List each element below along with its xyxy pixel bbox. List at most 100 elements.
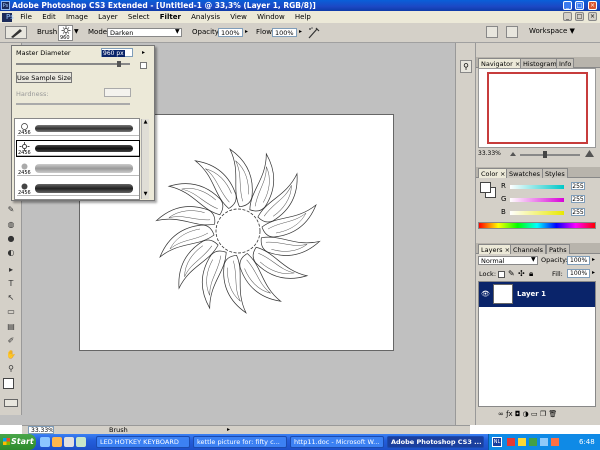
menu-window[interactable]: Window <box>253 11 289 23</box>
lock-pixels-icon[interactable]: ✎ <box>508 269 515 278</box>
layer-mask-icon[interactable]: ◘ <box>515 410 523 418</box>
layer-name[interactable]: Layer 1 <box>517 290 546 298</box>
navigator-view-box[interactable] <box>487 72 588 144</box>
dodge-tool-icon[interactable]: ◐ <box>4 248 18 258</box>
tab-histogram[interactable]: Histogram <box>520 58 560 68</box>
color-foreground-swatch[interactable] <box>480 182 491 193</box>
doc-minimize-button[interactable]: _ <box>563 12 572 21</box>
airbrush-icon[interactable] <box>307 26 321 39</box>
direct-selection-tool-icon[interactable]: ↖ <box>4 293 18 303</box>
master-diameter-slider-thumb[interactable] <box>116 61 121 67</box>
taskbar-item-photoshop[interactable]: Adobe Photoshop CS3 ... <box>387 436 484 448</box>
workspace-button[interactable]: Workspace ▼ <box>529 27 575 36</box>
tab-info[interactable]: Info <box>556 58 575 68</box>
taskbar-item-word[interactable]: http11.doc - Microsoft W... <box>290 436 384 448</box>
doc-restore-button[interactable]: □ <box>575 12 584 21</box>
zoom-in-icon[interactable] <box>584 149 595 158</box>
tray-app-icon[interactable] <box>551 438 559 446</box>
tab-layers[interactable]: Layers × <box>478 244 514 254</box>
layer-row[interactable]: 👁︎ Layer 1 <box>479 282 595 307</box>
menu-select[interactable]: Select <box>124 11 154 23</box>
chevron-right-icon[interactable]: ▸ <box>299 28 302 35</box>
notes-tool-icon[interactable]: ▤ <box>4 322 18 332</box>
brush-list-item[interactable]: 2456 <box>17 161 139 176</box>
menu-analysis[interactable]: Analysis <box>187 11 224 23</box>
navigator-preview[interactable] <box>478 68 596 148</box>
shape-tool-icon[interactable]: ▭ <box>4 307 18 317</box>
minimize-button[interactable]: _ <box>563 1 572 10</box>
brush-list-item[interactable]: 2456 <box>17 121 139 136</box>
tray-update-icon[interactable] <box>529 438 537 446</box>
quick-launch-app-icon[interactable] <box>76 437 86 447</box>
opacity-field[interactable]: 100% <box>218 28 243 37</box>
quick-launch-media-icon[interactable] <box>52 437 62 447</box>
trash-icon[interactable]: 🗑︎ <box>548 410 557 418</box>
path-selection-tool-icon[interactable]: ▸ <box>4 265 18 275</box>
layer-opacity-field[interactable]: 100% <box>567 256 590 265</box>
tray-security-icon[interactable] <box>507 438 515 446</box>
document-icon[interactable]: Ps <box>2 12 14 22</box>
palette-well-icon[interactable] <box>486 26 498 38</box>
zoom-tool-icon[interactable]: ⚲ <box>4 364 18 374</box>
chevron-down-icon[interactable]: ▼ <box>142 191 149 198</box>
navigator-zoom-thumb[interactable] <box>543 151 547 158</box>
adjustment-layer-icon[interactable]: ◑ <box>523 410 531 418</box>
menu-filter[interactable]: Filter <box>156 11 185 23</box>
paint-bucket-tool-icon[interactable]: ◍ <box>4 220 18 230</box>
fill-field[interactable]: 100% <box>567 269 590 278</box>
clock[interactable]: 6:48 <box>579 434 595 450</box>
tool-presets-icon[interactable]: ⚲ <box>460 60 472 73</box>
blur-tool-icon[interactable]: ● <box>4 234 18 244</box>
mode-select[interactable]: Darken <box>107 28 182 37</box>
start-button[interactable]: Start <box>0 434 36 450</box>
tool-preset-picker[interactable] <box>5 26 27 39</box>
lock-position-icon[interactable]: ✣ <box>518 269 525 278</box>
chevron-right-icon[interactable]: ▸ <box>592 256 595 263</box>
foreground-color-swatch[interactable] <box>3 378 14 389</box>
zoom-field[interactable]: 33.33% <box>28 426 54 434</box>
use-sample-size-button[interactable]: Use Sample Size <box>16 72 72 83</box>
tab-paths[interactable]: Paths <box>546 244 570 254</box>
tray-volume-icon[interactable] <box>540 438 548 446</box>
taskbar-item-browser[interactable]: kettle picture for: fifty c... <box>193 436 287 448</box>
chevron-right-icon[interactable]: ▸ <box>592 269 595 276</box>
tray-network-icon[interactable] <box>518 438 526 446</box>
brush-list-item[interactable]: 2456 <box>17 181 139 196</box>
maximize-button[interactable]: □ <box>575 1 584 10</box>
hardness-field[interactable] <box>104 88 131 97</box>
new-group-icon[interactable]: ▭ <box>531 410 540 418</box>
menu-image[interactable]: Image <box>62 11 92 23</box>
quick-launch-ie-icon[interactable] <box>40 437 50 447</box>
eraser-tool-icon[interactable]: ✎ <box>4 205 18 215</box>
language-indicator[interactable]: NL <box>492 437 502 447</box>
lock-transparency-icon[interactable] <box>498 271 505 278</box>
brush-list-item-selected[interactable]: 2456 <box>16 140 140 157</box>
lock-all-icon[interactable]: 🔒︎ <box>529 269 533 279</box>
taskbar-item-keyboard[interactable]: LED HOTKEY KEYBOARD <box>96 436 190 448</box>
chevron-right-icon[interactable]: ▸ <box>227 427 230 433</box>
master-diameter-field[interactable]: 960 px <box>101 48 133 57</box>
type-tool-icon[interactable]: T <box>4 279 18 289</box>
channel-g-value[interactable]: 255 <box>571 195 585 203</box>
eye-icon[interactable]: 👁︎ <box>481 290 490 298</box>
bridge-icon[interactable] <box>506 26 518 38</box>
layer-style-icon[interactable]: ƒx <box>506 410 515 418</box>
hand-tool-icon[interactable]: ✋ <box>4 350 18 360</box>
channel-r-value[interactable]: 255 <box>571 182 585 190</box>
quick-launch-desktop-icon[interactable] <box>64 437 74 447</box>
chevron-up-icon[interactable]: ▲ <box>142 119 149 126</box>
hardness-track[interactable] <box>16 103 130 105</box>
color-spectrum-ramp[interactable] <box>478 222 596 229</box>
channel-b-slider[interactable] <box>510 211 564 215</box>
brush-panel-icon[interactable] <box>140 62 147 69</box>
link-layers-icon[interactable]: ∞ <box>498 410 506 418</box>
menu-edit[interactable]: Edit <box>38 11 60 23</box>
doc-close-button[interactable]: × <box>588 12 597 21</box>
close-button[interactable]: × <box>588 1 597 10</box>
menu-view[interactable]: View <box>226 11 251 23</box>
tab-styles[interactable]: Styles <box>542 168 568 178</box>
chevron-down-icon[interactable]: ▼ <box>74 28 79 35</box>
menu-layer[interactable]: Layer <box>94 11 122 23</box>
menu-help[interactable]: Help <box>291 11 315 23</box>
menu-file[interactable]: File <box>16 11 36 23</box>
